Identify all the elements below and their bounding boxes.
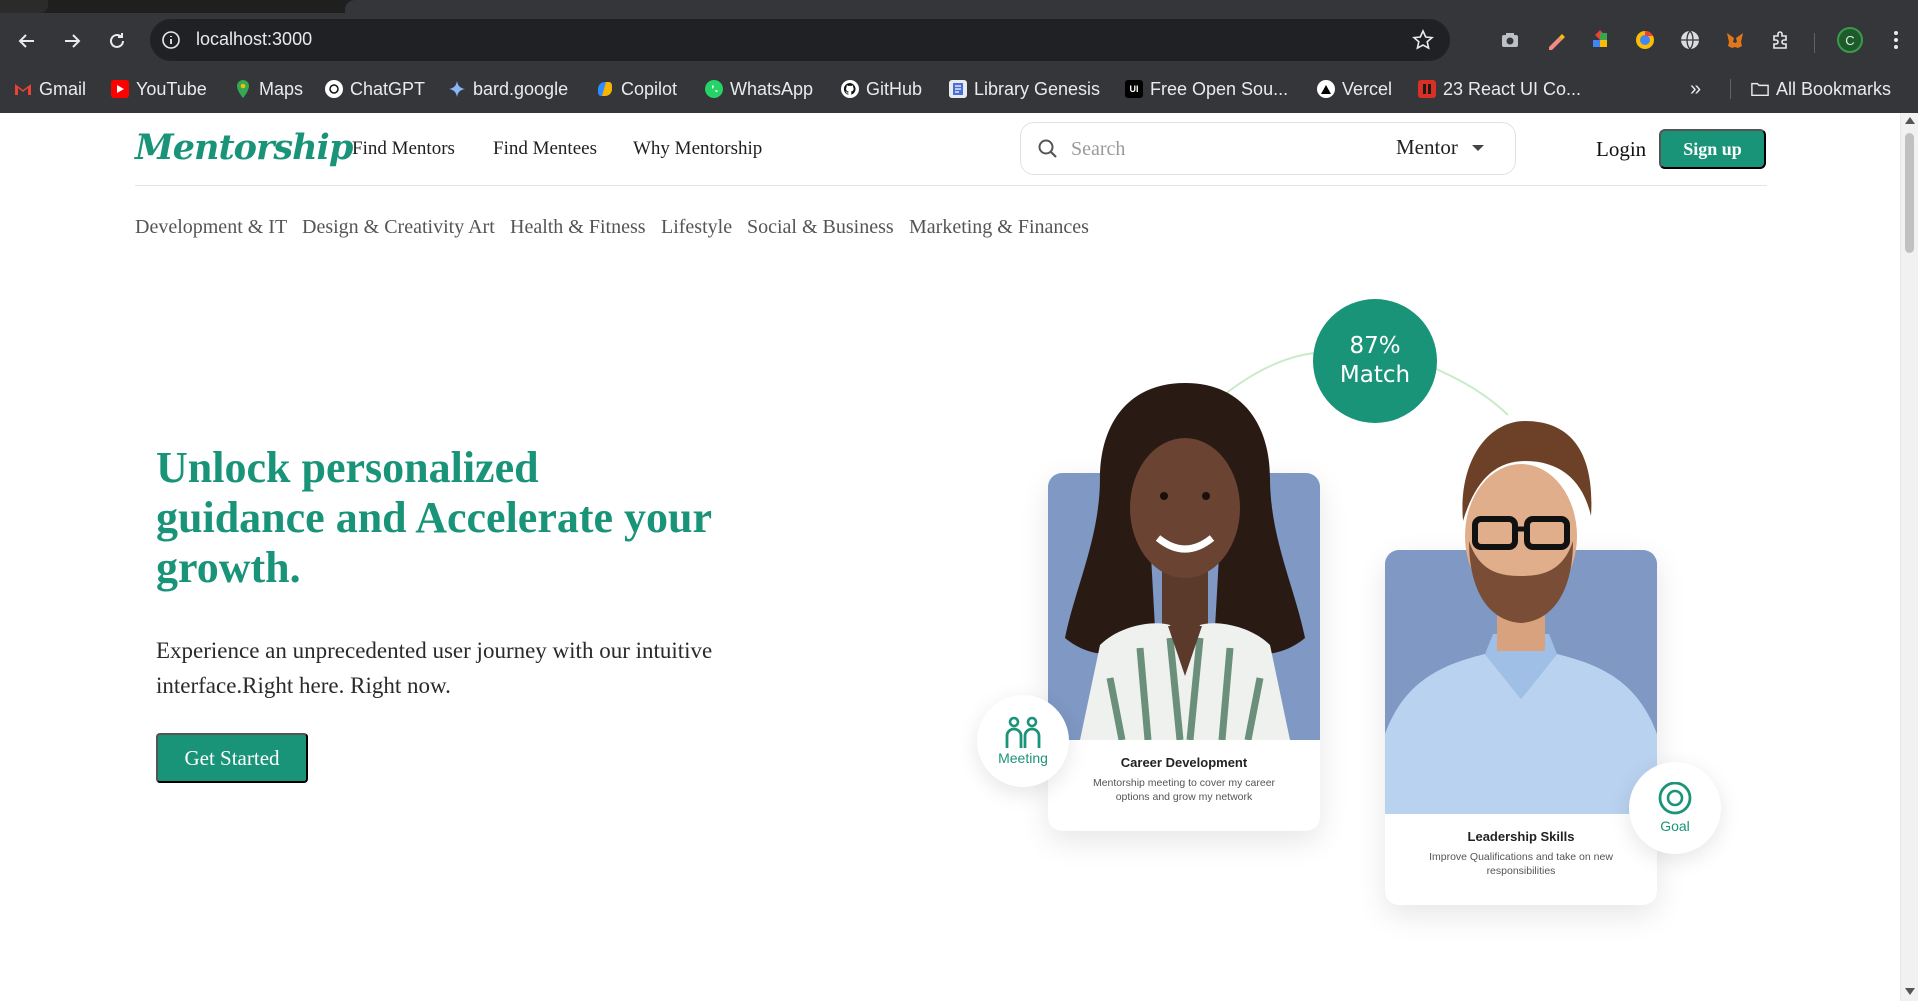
meeting-people-icon	[1005, 716, 1041, 748]
page-viewport: Mentorship Find Mentors Find Mentees Why…	[0, 113, 1900, 1001]
bookmark-github[interactable]: GitHub	[841, 77, 922, 101]
extensions-puzzle-icon[interactable]	[1766, 26, 1794, 54]
browser-tab-area	[345, 0, 1918, 13]
bookmark-maps[interactable]: Maps	[234, 77, 303, 101]
globe-extension-icon[interactable]	[1676, 26, 1704, 54]
bookmark-label: Maps	[259, 78, 304, 99]
bookmark-label: 23 React UI Co...	[1443, 78, 1582, 99]
mentee-card-title: Leadership Skills	[1467, 829, 1575, 844]
folder-icon	[1751, 80, 1769, 98]
bookmark-label: bard.google	[473, 78, 569, 99]
metamask-extension-icon[interactable]	[1721, 26, 1749, 54]
address-bar[interactable]: localhost:3000	[150, 19, 1450, 61]
bookmark-label: Copilot	[621, 78, 678, 99]
forward-arrow-icon	[65, 34, 81, 48]
browser-tab-strip	[0, 0, 1918, 13]
reload-button[interactable]	[102, 26, 132, 56]
maps-icon	[234, 80, 252, 98]
all-bookmarks-folder[interactable]: All Bookmarks	[1751, 77, 1891, 101]
bookmark-react-ui[interactable]: 23 React UI Co...	[1418, 77, 1581, 101]
vercel-icon	[1317, 80, 1335, 98]
bookmarks-overflow-chevron-icon[interactable]: »	[1690, 77, 1701, 101]
browser-tab-left[interactable]	[0, 0, 48, 13]
ui-icon: UI	[1125, 80, 1143, 98]
color-picker-extension-icon[interactable]	[1542, 26, 1570, 54]
match-percent: 87%	[1349, 333, 1401, 359]
match-score-badge: 87% Match	[1313, 299, 1437, 423]
chatgpt-icon	[325, 80, 343, 98]
github-icon	[841, 80, 859, 98]
gmail-icon	[14, 80, 32, 98]
meeting-badge: Meeting	[977, 695, 1069, 787]
forward-button[interactable]	[57, 26, 87, 56]
bookmark-label: Vercel	[1342, 78, 1393, 99]
bookmark-label: Library Genesis	[974, 78, 1101, 99]
goal-badge-label: Goal	[1660, 818, 1690, 834]
reload-icon	[110, 33, 124, 48]
react-ui-icon	[1418, 80, 1436, 98]
mentor-portrait	[1065, 383, 1305, 740]
all-bookmarks-label: All Bookmarks	[1776, 78, 1892, 99]
screenshot-extension-icon[interactable]	[1496, 26, 1524, 54]
bookmark-label: ChatGPT	[350, 78, 426, 99]
browser-toolbar: localhost:3000 C	[0, 13, 1918, 67]
bookmark-star-icon[interactable]	[1412, 29, 1434, 55]
bookmark-whatsapp[interactable]: WhatsApp	[705, 77, 813, 101]
match-label: Match	[1339, 362, 1411, 388]
bookmark-label: Free Open Sou...	[1150, 78, 1289, 99]
bookmark-label: GitHub	[866, 78, 923, 99]
bookmark-gmail[interactable]: Gmail	[14, 77, 86, 101]
bookmark-label: Gmail	[39, 78, 87, 99]
copilot-icon	[596, 80, 614, 98]
bookmark-youtube[interactable]: YouTube	[111, 77, 207, 101]
libgen-icon	[949, 80, 967, 98]
bookmark-copilot[interactable]: Copilot	[596, 77, 677, 101]
back-arrow-icon	[18, 34, 34, 48]
goal-badge: Goal	[1629, 762, 1721, 854]
mentor-card-desc: Mentorship meeting to cover my career op…	[1092, 777, 1276, 803]
site-info-icon[interactable]	[161, 30, 181, 54]
google-drive-extension-icon[interactable]	[1631, 26, 1659, 54]
bookmark-vercel[interactable]: Vercel	[1317, 77, 1392, 101]
page-scrollbar[interactable]	[1900, 113, 1918, 1001]
mentor-card-title: Career Development	[1120, 755, 1248, 770]
mentee-card-desc: Improve Qualifications and take on new r…	[1429, 851, 1613, 877]
bookmark-free-open-source[interactable]: UI Free Open Sou...	[1125, 77, 1288, 101]
chrome-menu-icon[interactable]	[1882, 26, 1910, 54]
palette-extension-icon[interactable]	[1586, 26, 1614, 54]
scrollbar-thumb[interactable]	[1905, 133, 1914, 253]
whatsapp-icon	[705, 80, 723, 98]
bookmark-bard[interactable]: bard.google	[448, 77, 568, 101]
back-button[interactable]	[12, 26, 42, 56]
toolbar-separator	[1814, 33, 1815, 53]
profile-avatar[interactable]: C	[1837, 27, 1863, 53]
bookmark-library-genesis[interactable]: Library Genesis	[949, 77, 1100, 101]
bookmarks-separator	[1730, 79, 1731, 99]
address-url: localhost:3000	[196, 29, 313, 49]
mentee-portrait	[1385, 421, 1657, 814]
meeting-badge-label: Meeting	[998, 750, 1048, 766]
youtube-icon	[111, 80, 129, 98]
scroll-up-arrow-icon[interactable]	[1905, 117, 1915, 124]
scroll-down-arrow-icon[interactable]	[1905, 988, 1915, 995]
bookmark-label: YouTube	[136, 78, 207, 99]
bookmark-label: WhatsApp	[730, 78, 814, 99]
goal-target-icon	[1658, 782, 1692, 815]
bard-sparkle-icon	[448, 80, 466, 98]
bookmarks-bar: Gmail YouTube Maps ChatGPT bard.google C…	[0, 67, 1918, 113]
bookmark-chatgpt[interactable]: ChatGPT	[325, 77, 425, 101]
